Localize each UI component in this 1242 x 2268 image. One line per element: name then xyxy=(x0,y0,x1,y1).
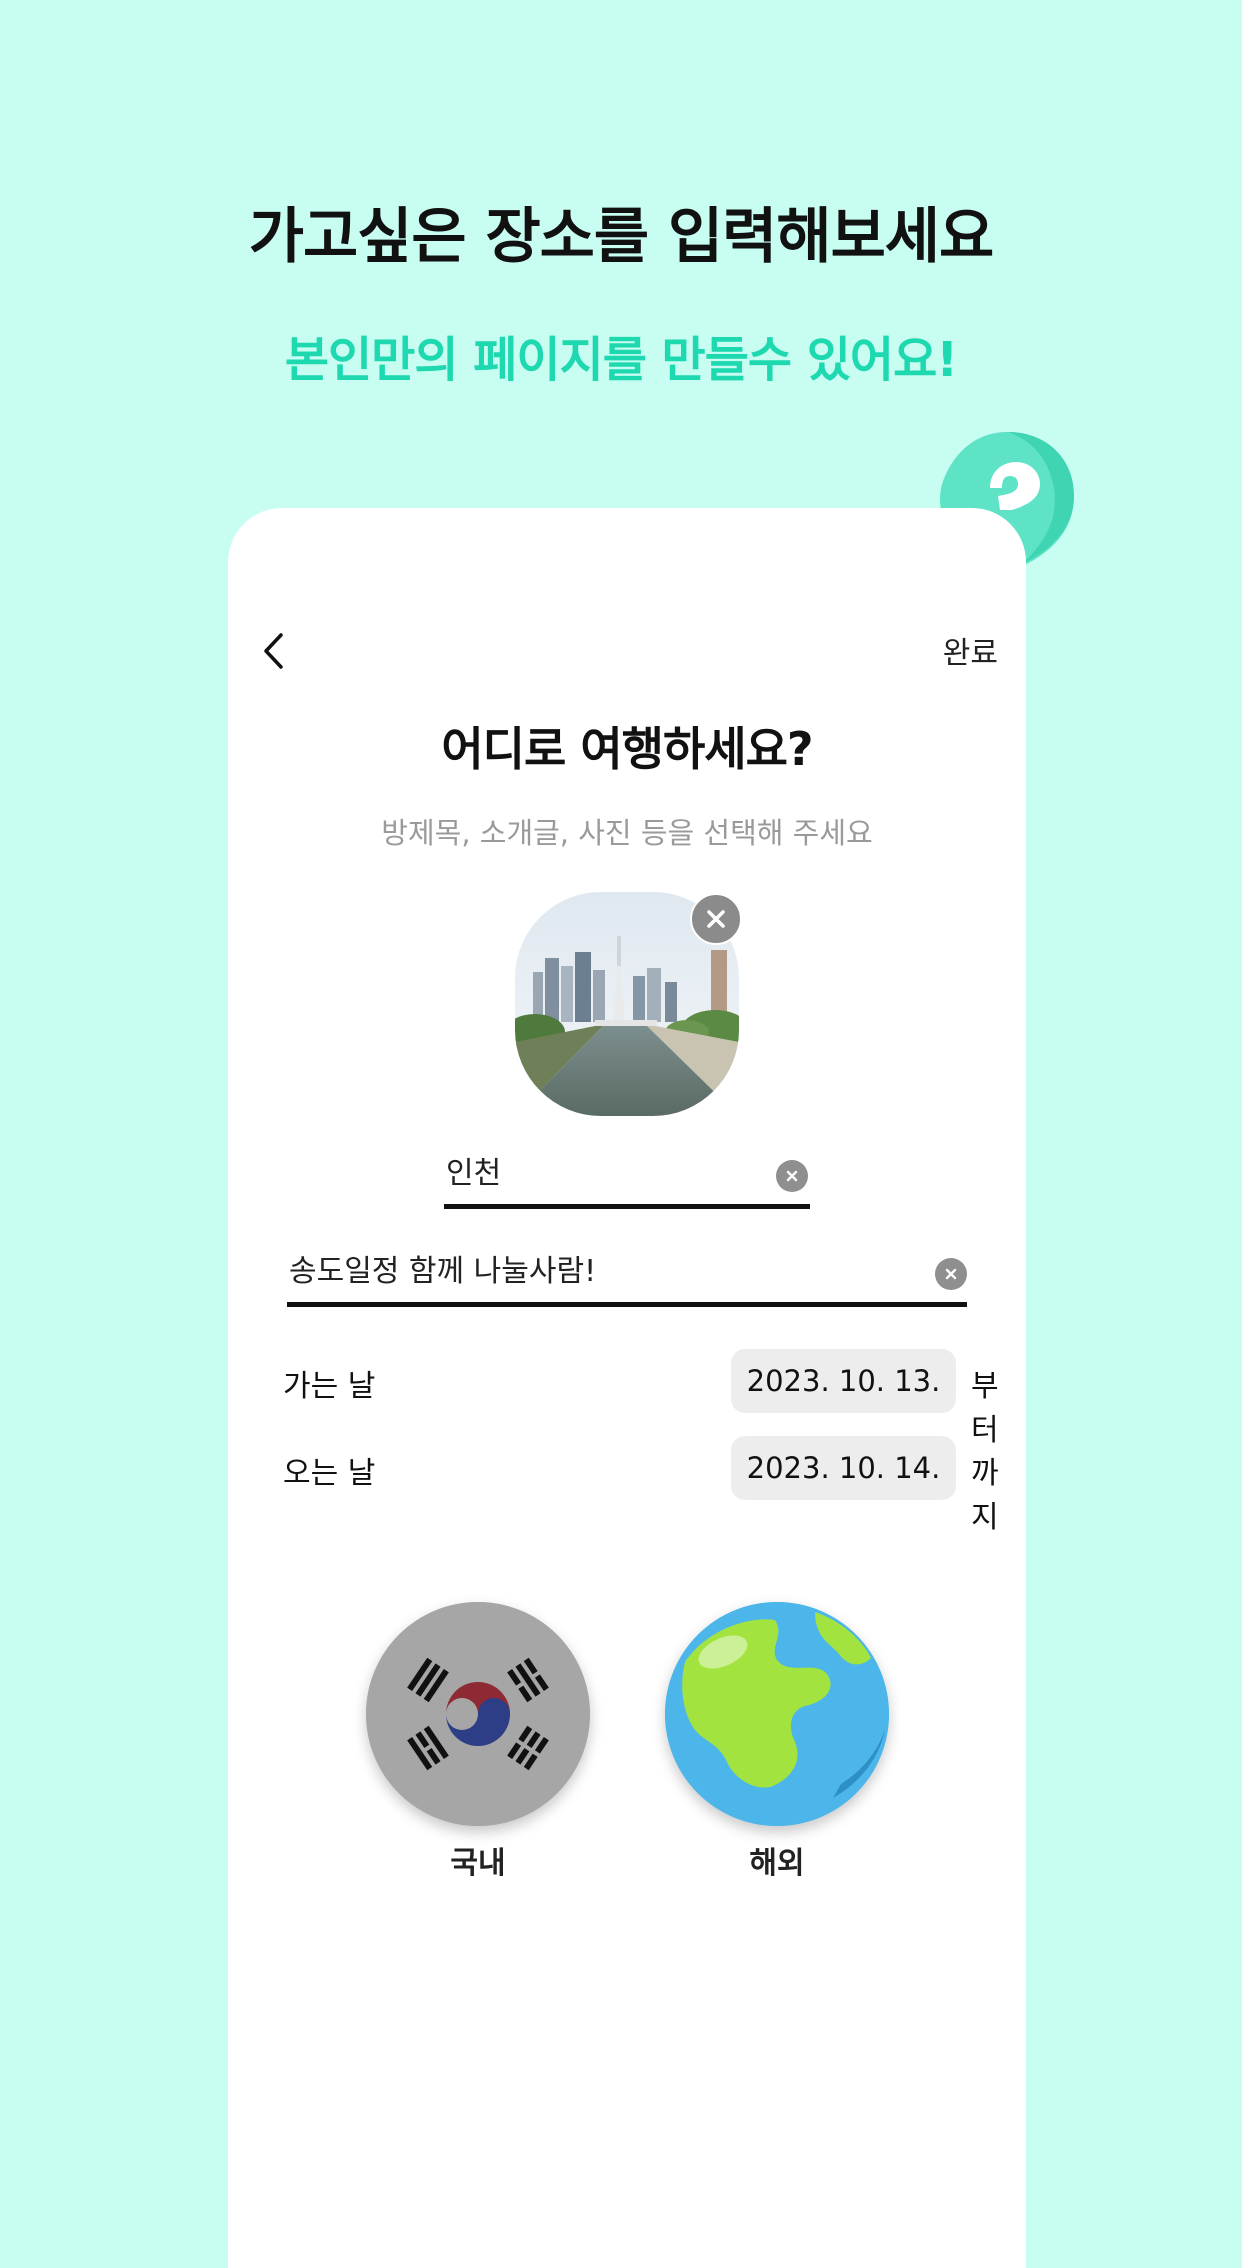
return-date-picker[interactable]: 2023. 10. 14. xyxy=(731,1436,956,1500)
phone-screen: 완료 어디로 여행하세요? 방제목, 소개글, 사진 등을 선택해 주세요 인천… xyxy=(228,508,1026,2268)
overseas-option[interactable]: 해외 xyxy=(662,1602,892,1882)
remove-photo-button[interactable] xyxy=(690,893,742,945)
close-icon xyxy=(945,1268,957,1280)
globe-icon xyxy=(665,1602,889,1826)
done-button[interactable]: 완료 xyxy=(943,628,998,672)
domestic-label: 국내 xyxy=(450,1846,506,1881)
clear-place-button[interactable] xyxy=(776,1160,808,1192)
chevron-left-icon xyxy=(264,633,283,669)
promo-headline: 가고싶은 장소를 입력해보세요 xyxy=(248,202,994,272)
close-icon xyxy=(786,1170,798,1182)
promo-subline: 본인만의 페이지를 만들수 있어요! xyxy=(284,332,958,388)
page-subtitle: 방제목, 소개글, 사진 등을 선택해 주세요 xyxy=(381,816,873,850)
depart-label: 가는 날 xyxy=(283,1369,376,1404)
clear-intro-button[interactable] xyxy=(935,1258,967,1290)
intro-field[interactable]: 송도일정 함께 나눌사람! xyxy=(287,1246,967,1307)
overseas-label: 해외 xyxy=(749,1846,805,1881)
depart-date-picker[interactable]: 2023. 10. 13. xyxy=(731,1349,956,1413)
domestic-option[interactable]: 국내 xyxy=(363,1602,593,1882)
place-value: 인천 xyxy=(446,1156,502,1191)
return-suffix: 까지 xyxy=(971,1456,999,1535)
close-icon xyxy=(707,910,725,928)
back-button[interactable] xyxy=(252,624,296,678)
page-title: 어디로 여행하세요? xyxy=(441,722,813,776)
korea-flag-icon xyxy=(366,1602,590,1826)
depart-date-row: 가는 날 2023. 10. 13. 부터 xyxy=(283,1349,999,1448)
place-field[interactable]: 인천 xyxy=(444,1148,810,1209)
return-label: 오는 날 xyxy=(283,1456,376,1491)
intro-value: 송도일정 함께 나눌사람! xyxy=(289,1254,597,1289)
return-date-row: 오는 날 2023. 10. 14. 까지 xyxy=(283,1436,999,1535)
